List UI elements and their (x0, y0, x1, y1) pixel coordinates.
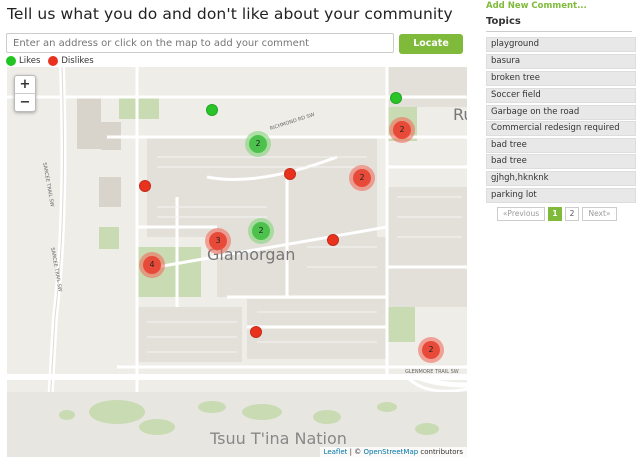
cluster-count: 2 (249, 135, 267, 153)
dislikes-legend-label: Dislikes (61, 56, 94, 66)
cluster-count: 2 (353, 169, 371, 187)
dislike-cluster-marker[interactable]: 3 (205, 228, 231, 254)
topic-item[interactable]: bad tree (486, 138, 636, 153)
cluster-count: 4 (143, 256, 161, 274)
dislike-cluster-marker[interactable]: 2 (389, 117, 415, 143)
topic-item[interactable]: playground (486, 37, 636, 52)
topic-item[interactable]: Soccer field (486, 88, 636, 103)
topic-item[interactable]: Commercial redesign required (486, 121, 636, 136)
cluster-count: 3 (209, 232, 227, 250)
pagination-next-button[interactable]: Next» (582, 207, 617, 221)
map-label-glenmore: GLENMORE TRAIL SW (405, 369, 459, 375)
dislike-cluster-marker[interactable]: 4 (139, 252, 165, 278)
topic-item[interactable]: parking lot (486, 188, 636, 203)
like-marker[interactable] (390, 92, 402, 104)
topics-divider (486, 31, 632, 32)
page-title: Tell us what you do and don't like about… (7, 5, 453, 23)
topic-item[interactable]: basura (486, 54, 636, 69)
map-canvas[interactable]: Glamorgan Tsuu T'ina Nation Ru RICHMOND … (7, 67, 467, 457)
zoom-in-button[interactable]: + (15, 76, 35, 94)
zoom-out-button[interactable]: − (15, 94, 35, 111)
topic-item[interactable]: broken tree (486, 71, 636, 86)
topic-item[interactable]: bad tree (486, 154, 636, 169)
attribution-separator: | © (347, 448, 364, 456)
likes-dot-icon (6, 56, 16, 66)
pagination-page-button[interactable]: 1 (548, 207, 562, 221)
map-label-rut: Ru (453, 105, 467, 124)
dislike-cluster-marker[interactable]: 2 (418, 337, 444, 363)
pagination-page-button[interactable]: 2 (565, 207, 579, 221)
cluster-count: 2 (252, 222, 270, 240)
like-cluster-marker[interactable]: 2 (248, 218, 274, 244)
osm-link[interactable]: OpenStreetMap (363, 448, 418, 456)
like-cluster-marker[interactable]: 2 (245, 131, 271, 157)
dislike-marker[interactable] (139, 180, 151, 192)
map-label-tsuu-tina: Tsuu T'ina Nation (210, 429, 347, 448)
cluster-count: 2 (422, 341, 440, 359)
pagination-previous-button[interactable]: «Previous (497, 207, 545, 221)
add-new-comment-link[interactable]: Add New Comment... (486, 1, 587, 11)
likes-legend-label: Likes (19, 56, 41, 66)
map-legend: Likes Dislikes (6, 56, 94, 66)
zoom-control: + − (14, 75, 36, 112)
address-search-input[interactable] (6, 33, 394, 53)
locate-button[interactable]: Locate (399, 34, 463, 54)
topic-item[interactable]: gjhgh,hknknk (486, 171, 636, 186)
dislike-cluster-marker[interactable]: 2 (349, 165, 375, 191)
leaflet-link[interactable]: Leaflet (324, 448, 348, 456)
dislike-marker[interactable] (284, 168, 296, 180)
map-attribution: Leaflet | © OpenStreetMap contributors (319, 447, 467, 457)
attribution-contributors: contributors (418, 448, 463, 456)
topics-heading: Topics (486, 16, 521, 27)
cluster-count: 2 (393, 121, 411, 139)
dislike-marker[interactable] (327, 234, 339, 246)
dislike-marker[interactable] (250, 326, 262, 338)
topic-item[interactable]: Garbage on the road (486, 105, 636, 120)
like-marker[interactable] (206, 104, 218, 116)
dislikes-dot-icon (48, 56, 59, 66)
